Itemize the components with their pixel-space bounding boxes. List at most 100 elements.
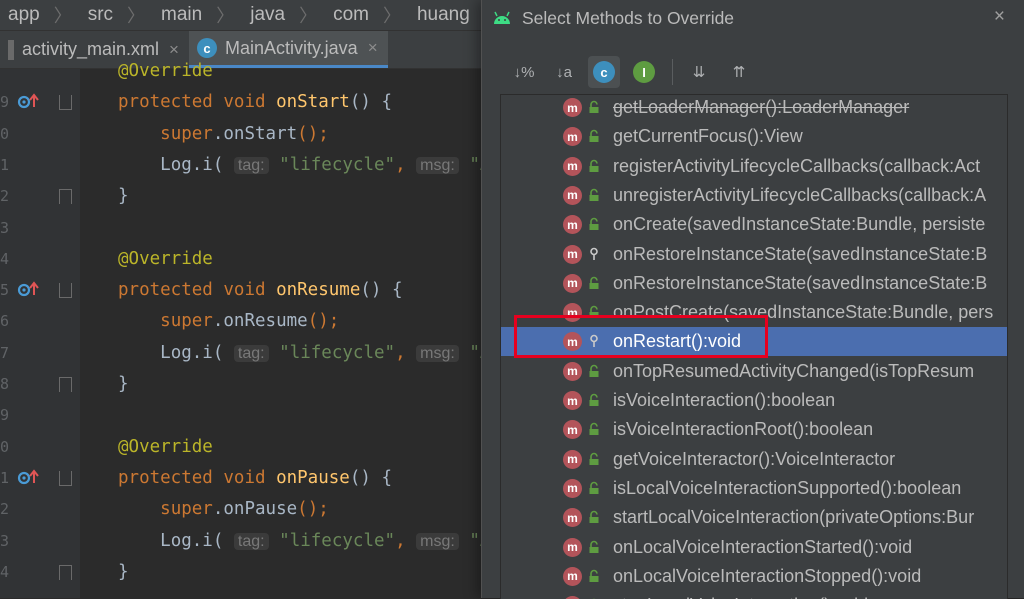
public-lock-icon — [587, 276, 601, 290]
code-token: Log.i( — [160, 154, 224, 175]
line-number: 6 — [0, 312, 10, 331]
method-name: onPause — [276, 467, 350, 488]
sort-by-visibility-icon[interactable]: ↓% — [508, 56, 540, 88]
code-token: Log.i( — [160, 342, 224, 363]
line-number: 4 — [0, 249, 10, 268]
method-row[interactable]: m onTopResumedActivityChanged(isTopResum — [501, 357, 1007, 386]
code-token: (); — [297, 499, 329, 520]
breadcrumb-item[interactable]: main 〉 — [153, 2, 242, 28]
override-gutter-icon[interactable] — [17, 280, 39, 300]
expand-all-icon[interactable]: ⇊ — [683, 56, 715, 88]
toolbar-separator — [672, 59, 673, 85]
breadcrumb-item[interactable]: java 〉 — [242, 2, 325, 28]
method-row[interactable]: m startLocalVoiceInteraction(privateOptio… — [501, 503, 1007, 532]
method-signature: onCreate(savedInstanceState:Bundle, pers… — [613, 214, 986, 235]
method-row[interactable]: m unregisterActivityLifecycleCallbacks(ca… — [501, 181, 1007, 210]
method-row[interactable]: m getVoiceInteractor():VoiceInteractor — [501, 445, 1007, 474]
method-row[interactable]: m onLocalVoiceInteractionStarted():void — [501, 533, 1007, 562]
fold-marker[interactable] — [59, 377, 72, 392]
breadcrumb-item[interactable]: com 〉 — [325, 2, 409, 28]
method-signature: isVoiceInteractionRoot():boolean — [613, 419, 874, 440]
code-token: , — [395, 342, 406, 363]
fold-marker[interactable] — [59, 95, 72, 111]
method-icon: m — [563, 244, 582, 264]
code-token: . — [212, 499, 224, 520]
public-lock-icon — [587, 217, 601, 231]
method-row[interactable]: m onRestoreInstanceState(savedInstanceSta… — [501, 240, 1007, 269]
code-token: void — [223, 92, 266, 113]
code-token: onStart — [223, 123, 298, 144]
method-icon: m — [563, 98, 582, 117]
method-row[interactable]: m onCreate(savedInstanceState:Bundle, per… — [501, 210, 1007, 239]
method-row[interactable]: m registerActivityLifecycleCallbacks(call… — [501, 152, 1007, 181]
line-number: 2 — [0, 500, 10, 519]
method-signature: unregisterActivityLifecycleCallbacks(cal… — [613, 184, 987, 205]
highlight-annotation-box — [514, 315, 768, 358]
public-lock-icon — [587, 393, 601, 407]
method-row[interactable]: m onRestoreInstanceState(savedInstanceSta… — [501, 269, 1007, 298]
code-token: { — [381, 92, 393, 113]
method-signature: getVoiceInteractor():VoiceInteractor — [613, 448, 896, 469]
sort-alphabetically-icon[interactable]: ↓a — [548, 56, 580, 88]
method-row[interactable]: m isLocalVoiceInteractionSupported():bool… — [501, 474, 1007, 503]
code-content: super.onPause(); — [118, 494, 329, 525]
method-row[interactable]: m onLocalVoiceInteractionStopped():void — [501, 562, 1007, 591]
override-gutter-icon[interactable] — [17, 92, 39, 112]
code-token: () — [360, 280, 382, 301]
method-icon: m — [563, 566, 582, 586]
method-row[interactable]: m getCurrentFocus():View — [501, 122, 1007, 151]
code-token: protected — [118, 280, 213, 301]
code-token: } — [118, 186, 129, 207]
public-lock-icon — [587, 481, 601, 495]
public-lock-icon — [587, 129, 601, 143]
method-icon: m — [563, 273, 582, 293]
code-token: . — [212, 123, 224, 144]
method-row[interactable]: m getLoaderManager():LoaderManager — [501, 95, 1007, 122]
code-token: onResume — [223, 311, 308, 332]
code-token: Log.i( — [160, 530, 224, 551]
method-signature: onLocalVoiceInteractionStopped():void — [613, 565, 922, 586]
line-number: 5 — [0, 281, 10, 300]
close-tab-icon[interactable]: × — [368, 38, 378, 58]
show-interfaces-icon[interactable]: I — [628, 56, 660, 88]
fold-marker[interactable] — [59, 189, 72, 205]
method-row[interactable]: m isVoiceInteractionRoot():boolean — [501, 415, 1007, 444]
code-token: super — [160, 311, 213, 332]
code-token: onPause — [223, 499, 298, 520]
code-content: } — [59, 181, 129, 212]
fold-marker[interactable] — [59, 470, 72, 486]
breadcrumb-item[interactable]: src 〉 — [80, 2, 153, 28]
chevron-right-icon: 〉 — [53, 6, 72, 26]
line-number: 4 — [0, 562, 10, 581]
parameter-hint: tag: — [233, 532, 269, 550]
public-lock-icon — [587, 364, 601, 378]
public-lock-icon — [587, 540, 601, 554]
close-icon[interactable]: × — [994, 6, 1005, 28]
override-annotation: @Override — [118, 436, 213, 457]
method-signature: onLocalVoiceInteractionStarted():void — [613, 536, 913, 557]
code-content: } — [59, 557, 129, 588]
fold-marker[interactable] — [59, 283, 72, 299]
breadcrumb-item[interactable]: app 〉 — [0, 2, 80, 28]
method-signature: getCurrentFocus():View — [613, 126, 803, 147]
override-gutter-icon[interactable] — [17, 468, 39, 488]
code-token: } — [118, 561, 129, 582]
line-number: 1 — [0, 468, 10, 487]
fold-marker[interactable] — [59, 564, 72, 580]
line-number: 3 — [0, 218, 10, 237]
collapse-all-icon[interactable]: ⇈ — [723, 56, 755, 88]
line-number: 1 — [0, 155, 10, 174]
code-token: "lifecycle" — [279, 154, 396, 175]
method-name: onStart — [276, 92, 350, 113]
show-classes-icon[interactable]: c — [588, 56, 620, 88]
method-icon: m — [563, 420, 582, 440]
method-icon: m — [563, 537, 582, 557]
line-number: 2 — [0, 187, 10, 206]
method-row[interactable]: m isVoiceInteraction():boolean — [501, 386, 1007, 415]
code-token: super — [160, 499, 213, 520]
line-number: 3 — [0, 531, 10, 550]
line-number: 0 — [0, 124, 10, 143]
parameter-hint: msg: — [416, 156, 459, 174]
method-icon: m — [563, 478, 582, 498]
code-content: super.onResume(); — [118, 306, 339, 337]
